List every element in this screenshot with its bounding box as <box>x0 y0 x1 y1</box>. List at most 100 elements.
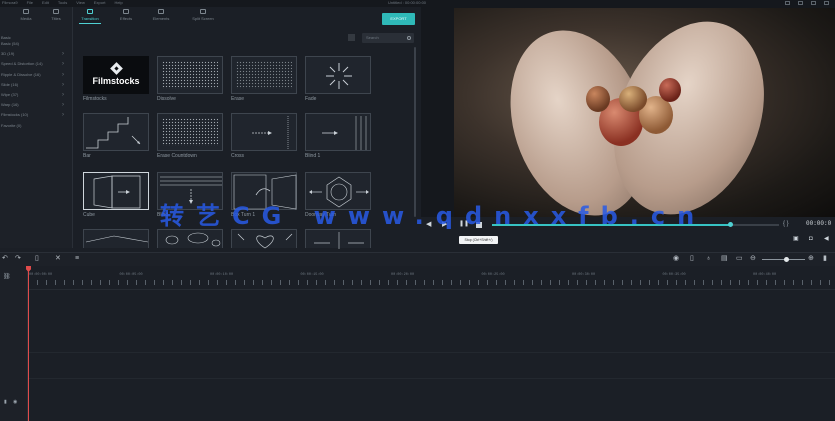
link-icon[interactable]: ⛓ <box>3 274 11 281</box>
ruler-label: 00:00:40:00 <box>753 273 777 277</box>
transition-thumb-lines[interactable] <box>83 229 149 248</box>
sidebar-item-label: Favorite (0) <box>1 122 22 128</box>
tab-effects[interactable]: Effects <box>109 9 143 21</box>
timeline-ruler[interactable] <box>0 266 835 290</box>
transition-thumb-fade[interactable] <box>305 56 371 94</box>
eye-icon[interactable]: ◉ <box>13 399 17 406</box>
transition-label: Blind 1 <box>305 153 321 159</box>
sidebar-item-favorite[interactable]: Favorite (0) <box>0 121 73 131</box>
sidebar-item-filmstocks[interactable]: Filmstocks (10) › <box>0 110 73 120</box>
app-menu[interactable]: Filmora9 <box>2 0 18 6</box>
timeline-tracks[interactable] <box>28 290 835 421</box>
tab-titles[interactable]: Titles <box>39 9 73 21</box>
elements-icon <box>158 9 164 14</box>
tab-transition[interactable]: Transition <box>73 9 107 24</box>
transition-thumb-blobs[interactable] <box>157 229 223 248</box>
tab-split-screen[interactable]: Split Screen <box>186 9 220 21</box>
zoom-out-icon[interactable]: ⊖ <box>750 255 756 262</box>
menu-help[interactable]: Help <box>114 0 122 6</box>
sidebar-item-label: Filmstocks (10) <box>1 112 29 118</box>
fruit <box>586 86 610 112</box>
ruler-ticks <box>28 280 835 285</box>
cut-icon[interactable]: ✕ <box>55 255 61 262</box>
volume-icon[interactable]: ◀ <box>824 236 829 243</box>
category-list: Basic (54) 3D (19) › Speed & Distortion (… <box>0 39 73 131</box>
snapshot-icon[interactable]: ▣ <box>793 236 799 243</box>
tab-elements[interactable]: Elements <box>144 9 178 21</box>
dots-pattern <box>162 61 218 89</box>
watermark-text: 转艺CG www.qdnxxfb.cn <box>160 202 707 230</box>
sidebar-item-slide[interactable]: Slide (16) › <box>0 80 73 90</box>
tab-media[interactable]: Media <box>9 9 43 21</box>
account-icon[interactable] <box>785 1 790 5</box>
sidebar-item-warp[interactable]: Warp (16) › <box>0 100 73 110</box>
subtitle-icon[interactable]: ▭ <box>736 255 743 262</box>
tab-label: Elements <box>152 16 170 21</box>
chevron-right-icon: › <box>62 71 64 78</box>
menu-file[interactable]: File <box>27 0 33 6</box>
titles-icon <box>53 9 59 14</box>
grid-view-icon[interactable] <box>348 34 355 41</box>
tab-label: Split Screen <box>192 16 214 21</box>
sidebar-item-3d[interactable]: 3D (19) › <box>0 49 73 59</box>
filmstocks-logo-icon <box>110 62 123 75</box>
cube-icon <box>93 175 141 209</box>
transition-thumb-erase-countdown[interactable] <box>157 113 223 151</box>
ruler-label: 00:00:15:00 <box>300 273 324 277</box>
menu-view[interactable]: View <box>76 0 85 6</box>
search-input[interactable]: Search <box>362 33 414 43</box>
transition-thumb-cube[interactable] <box>83 172 149 210</box>
steps-icon <box>86 117 141 149</box>
preview-timecode: 00:00:0 <box>806 220 832 227</box>
minimize-icon[interactable] <box>824 1 829 5</box>
transition-label: Filmstocks <box>83 96 107 102</box>
cart-icon[interactable] <box>811 1 816 5</box>
redo-icon[interactable]: ↷ <box>15 255 21 262</box>
export-button[interactable]: EXPORT <box>382 13 415 25</box>
sidebar-item-label: Slide (16) <box>1 81 19 87</box>
menu-tools[interactable]: Tools <box>58 0 67 6</box>
sidebar-item-wipe[interactable]: Wipe (37) › <box>0 90 73 100</box>
zoom-slider-handle[interactable] <box>783 257 789 262</box>
transition-thumb-heart[interactable] <box>231 229 297 249</box>
effects-icon <box>123 9 129 14</box>
delete-icon[interactable]: ▯ <box>35 255 39 262</box>
transition-thumb-arrows-split[interactable] <box>305 229 371 249</box>
fruit <box>659 78 681 102</box>
heart-icon <box>237 233 293 249</box>
transition-thumb-blind-1[interactable] <box>305 113 371 151</box>
render-icon[interactable]: ◉ <box>673 255 679 262</box>
undo-icon[interactable]: ↶ <box>2 255 8 262</box>
lock-icon[interactable]: ▮ <box>4 399 7 406</box>
sidebar-item-basic[interactable]: Basic (54) <box>0 39 73 49</box>
transition-thumb-erase[interactable] <box>231 56 297 94</box>
video-preview <box>454 8 835 217</box>
adjust-icon[interactable]: ≡ <box>75 255 79 262</box>
library-scrollbar[interactable] <box>414 47 416 217</box>
menu-export[interactable]: Export <box>94 0 106 6</box>
sidebar-item-label: 3D (19) <box>1 51 15 57</box>
audio-mixer-icon[interactable]: ▤ <box>721 255 728 262</box>
transition-thumb-filmstocks[interactable]: Filmstocks <box>83 56 149 94</box>
zoom-in-icon[interactable]: ⊕ <box>808 255 814 262</box>
voiceover-icon[interactable]: ♁ <box>706 255 711 262</box>
menu-edit[interactable]: Edit <box>42 0 49 6</box>
dots-pattern <box>162 118 218 146</box>
window-controls <box>785 1 829 5</box>
transition-thumb-bar[interactable] <box>83 113 149 151</box>
sidebar-item-label: Wipe (37) <box>1 91 19 97</box>
sidebar-item-ripple[interactable]: Ripple & Dissolve (16) › <box>0 70 73 80</box>
sidebar-item-label: Warp (16) <box>1 102 19 108</box>
sidebar-item-speed[interactable]: Speed & Distortion (14) › <box>0 59 73 69</box>
playhead[interactable] <box>28 266 29 421</box>
marker-icon[interactable]: ▯ <box>690 255 694 262</box>
mail-icon[interactable] <box>798 1 803 5</box>
tab-label: Media <box>20 16 32 21</box>
ruler-label: 00:00:05:00 <box>119 273 143 277</box>
transition-thumb-dissolve[interactable] <box>157 56 223 94</box>
camera-icon[interactable]: ◘ <box>809 236 813 243</box>
mark-brackets[interactable]: { } <box>783 221 789 228</box>
fit-timeline-icon[interactable]: ▮ <box>823 255 827 262</box>
split-screen-icon <box>200 9 206 14</box>
transition-thumb-cross[interactable] <box>231 113 297 151</box>
